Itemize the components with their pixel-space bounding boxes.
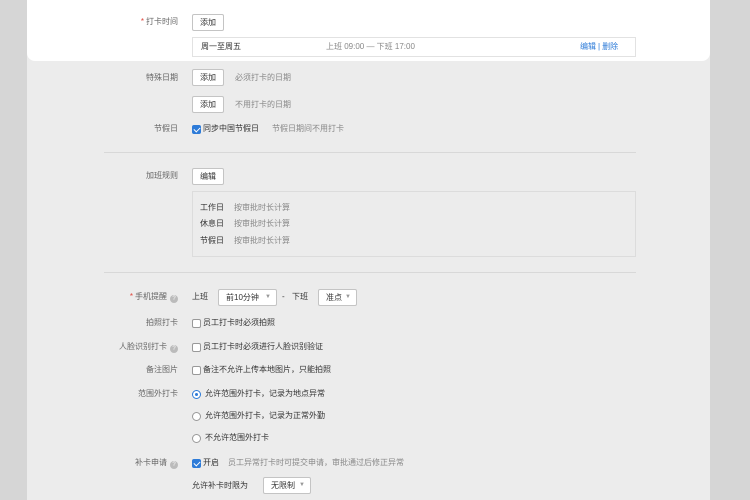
required-asterisk: * xyxy=(140,17,144,26)
holiday-sync-option: 同步中国节假日 xyxy=(203,124,259,133)
out-of-range-option: 不允许范围外打卡 xyxy=(205,433,269,442)
makeup-limit-label: 允许补卡时限为 xyxy=(192,481,248,490)
schedule-row: 周一至周五 上班 09:00 — 下班 17:00 编辑 | 删除 xyxy=(192,37,636,57)
overtime-rule-name: 节假日 xyxy=(200,236,224,245)
out-of-range-label: 范围外打卡 xyxy=(138,389,178,398)
photo-checkin-label: 拍照打卡 xyxy=(146,318,178,327)
schedule-edit-link[interactable]: 编辑 xyxy=(580,42,596,51)
makeup-enable-checkbox[interactable] xyxy=(192,459,201,468)
phone-reminder-label: * 手机提醒? xyxy=(27,291,178,303)
reminder-dash: - xyxy=(282,292,285,301)
caret-down-icon: ▼ xyxy=(345,294,351,300)
work-reminder-select[interactable]: 前10分钟 ▼ xyxy=(218,289,277,306)
schedule-actions: 编辑 | 删除 xyxy=(580,41,618,53)
photo-required-checkbox[interactable] xyxy=(192,319,201,328)
edit-overtime-button[interactable]: 编辑 xyxy=(192,168,224,185)
out-of-range-radio[interactable] xyxy=(192,412,201,421)
section-divider xyxy=(104,272,636,273)
overtime-label: 加班规则 xyxy=(146,171,178,180)
makeup-enable-option: 开启 xyxy=(203,458,219,467)
overtime-rules-box: 工作日 按审批时长计算 休息日 按审批时长计算 节假日 按审批时长计算 xyxy=(192,191,636,257)
exempt-date-desc: 不用打卡的日期 xyxy=(235,100,291,109)
out-of-range-option: 允许范围外打卡，记录为地点异常 xyxy=(205,389,325,398)
face-required-option: 员工打卡时必须进行人脸识别验证 xyxy=(203,342,323,351)
face-checkin-label: 人脸识别打卡? xyxy=(27,341,178,353)
makeup-desc: 员工异常打卡时可提交申请，审批通过后修正异常 xyxy=(228,458,404,467)
overtime-rule-value: 按审批时长计算 xyxy=(234,219,290,228)
question-circle-icon[interactable]: ? xyxy=(170,295,178,303)
add-required-date-button[interactable]: 添加 xyxy=(192,69,224,86)
section-divider xyxy=(104,152,636,153)
remark-image-label: 备注图片 xyxy=(146,365,178,374)
caret-down-icon: ▼ xyxy=(265,294,271,300)
overtime-rule-value: 按审批时长计算 xyxy=(234,236,290,245)
checkin-time-label: * 打卡时间 xyxy=(140,17,178,26)
makeup-limit-select[interactable]: 无限制 ▼ xyxy=(263,477,311,494)
required-date-desc: 必须打卡的日期 xyxy=(235,73,291,82)
schedule-hours: 上班 09:00 — 下班 17:00 xyxy=(326,42,415,51)
overtime-rule-value: 按审批时长计算 xyxy=(234,203,290,212)
out-of-range-radio[interactable] xyxy=(192,390,201,399)
overtime-rule-name: 休息日 xyxy=(200,219,224,228)
required-asterisk: * xyxy=(129,292,133,301)
question-circle-icon[interactable]: ? xyxy=(170,461,178,469)
remark-image-checkbox[interactable] xyxy=(192,366,201,375)
action-separator: | xyxy=(598,42,601,51)
work-reminder-label: 上班 xyxy=(192,292,208,301)
makeup-label: 补卡申请? xyxy=(27,457,178,469)
add-checkin-time-button[interactable]: 添加 xyxy=(192,14,224,31)
face-required-checkbox[interactable] xyxy=(192,343,201,352)
schedule-days: 周一至周五 xyxy=(201,42,241,51)
photo-required-option: 员工打卡时必须拍照 xyxy=(203,318,275,327)
special-dates-label: 特殊日期 xyxy=(146,73,178,82)
holiday-label: 节假日 xyxy=(154,124,178,133)
question-circle-icon[interactable]: ? xyxy=(170,345,178,353)
schedule-delete-link[interactable]: 删除 xyxy=(602,42,618,51)
overtime-rule-name: 工作日 xyxy=(200,203,224,212)
caret-down-icon: ▼ xyxy=(299,482,305,488)
off-reminder-select[interactable]: 准点 ▼ xyxy=(318,289,357,306)
holiday-sync-checkbox[interactable] xyxy=(192,125,201,134)
out-of-range-radio[interactable] xyxy=(192,434,201,443)
add-exempt-date-button[interactable]: 添加 xyxy=(192,96,224,113)
remark-image-option: 备注不允许上传本地图片，只能拍照 xyxy=(203,365,331,374)
holiday-desc: 节假日期间不用打卡 xyxy=(272,124,344,133)
out-of-range-option: 允许范围外打卡，记录为正常外勤 xyxy=(205,411,325,420)
off-reminder-label: 下班 xyxy=(292,292,308,301)
